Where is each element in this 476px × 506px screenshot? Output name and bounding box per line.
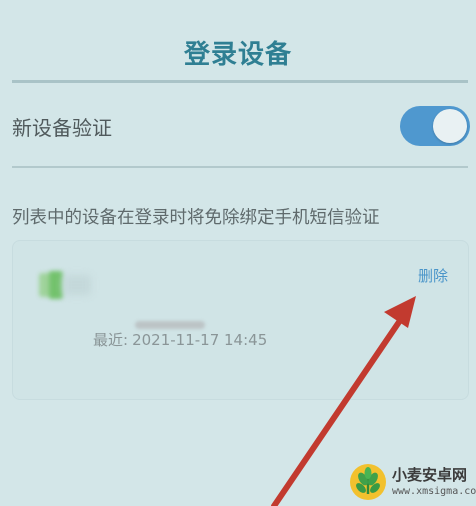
annotation-arrow [271,296,416,506]
site-watermark: 小麦安卓网 www.xmsigma.com [348,462,476,502]
wheat-logo-icon [350,464,386,500]
watermark-url: www.xmsigma.com [392,486,476,497]
watermark-title: 小麦安卓网 [392,466,468,484]
